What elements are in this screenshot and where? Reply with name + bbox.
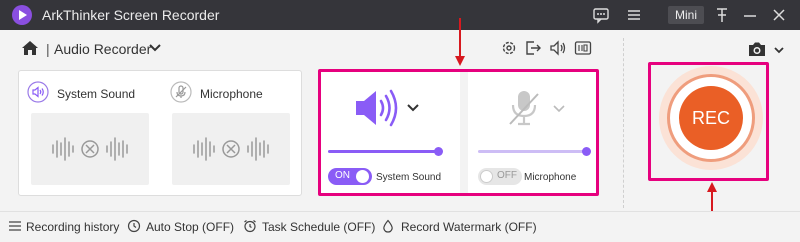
system-sound-icon — [27, 81, 49, 103]
toolbar-separator: | — [46, 41, 50, 57]
mode-title[interactable]: Audio Recorder — [54, 41, 151, 57]
watermark-drop-icon[interactable] — [381, 219, 395, 233]
muted-wave-icon — [52, 137, 128, 161]
alarm-clock-icon[interactable] — [243, 219, 257, 233]
chat-icon[interactable] — [592, 6, 610, 28]
rec-button-ring: REC — [667, 74, 755, 162]
chevron-down-icon[interactable] — [148, 42, 162, 54]
muted-wave-icon — [193, 137, 269, 161]
settings-icon[interactable] — [500, 39, 518, 57]
clock-icon[interactable] — [127, 219, 141, 233]
microphone-icon — [170, 81, 192, 103]
recording-history-link[interactable]: Recording history — [26, 220, 119, 234]
rec-button[interactable]: REC — [679, 86, 743, 150]
status-bar: Recording history Auto Stop (OFF) Task S… — [0, 211, 800, 242]
close-icon[interactable] — [770, 6, 788, 28]
input-source-panel: System Sound Microphone — [18, 70, 302, 196]
system-sound-wave-placeholder — [31, 113, 149, 185]
pin-icon[interactable] — [713, 6, 731, 28]
camera-icon[interactable] — [747, 41, 767, 58]
fullscreen-icon[interactable] — [574, 39, 592, 57]
camera-chevron-down-icon[interactable] — [774, 46, 784, 54]
system-sound-label: System Sound — [57, 87, 136, 101]
menu-icon[interactable] — [625, 6, 643, 28]
history-list-icon[interactable] — [8, 219, 22, 233]
app-title: ArkThinker Screen Recorder — [42, 7, 220, 23]
task-schedule-link[interactable]: Task Schedule (OFF) — [262, 220, 375, 234]
auto-stop-link[interactable]: Auto Stop (OFF) — [146, 220, 234, 234]
microphone-wave-placeholder — [172, 113, 290, 185]
export-icon[interactable] — [524, 39, 542, 57]
app-logo-icon — [12, 5, 32, 25]
rec-button-glow: REC — [659, 66, 763, 170]
microphone-label: Microphone — [200, 87, 263, 101]
mini-button[interactable]: Mini — [668, 6, 704, 24]
audio-sources-highlight — [318, 69, 599, 196]
home-icon[interactable] — [21, 40, 39, 56]
record-watermark-link[interactable]: Record Watermark (OFF) — [401, 220, 537, 234]
annotation-arrow-down — [455, 18, 465, 66]
minimize-icon[interactable] — [741, 6, 759, 28]
section-divider — [623, 38, 624, 208]
speaker-icon[interactable] — [549, 39, 567, 57]
title-bar: ArkThinker Screen Recorder Mini — [0, 0, 800, 30]
